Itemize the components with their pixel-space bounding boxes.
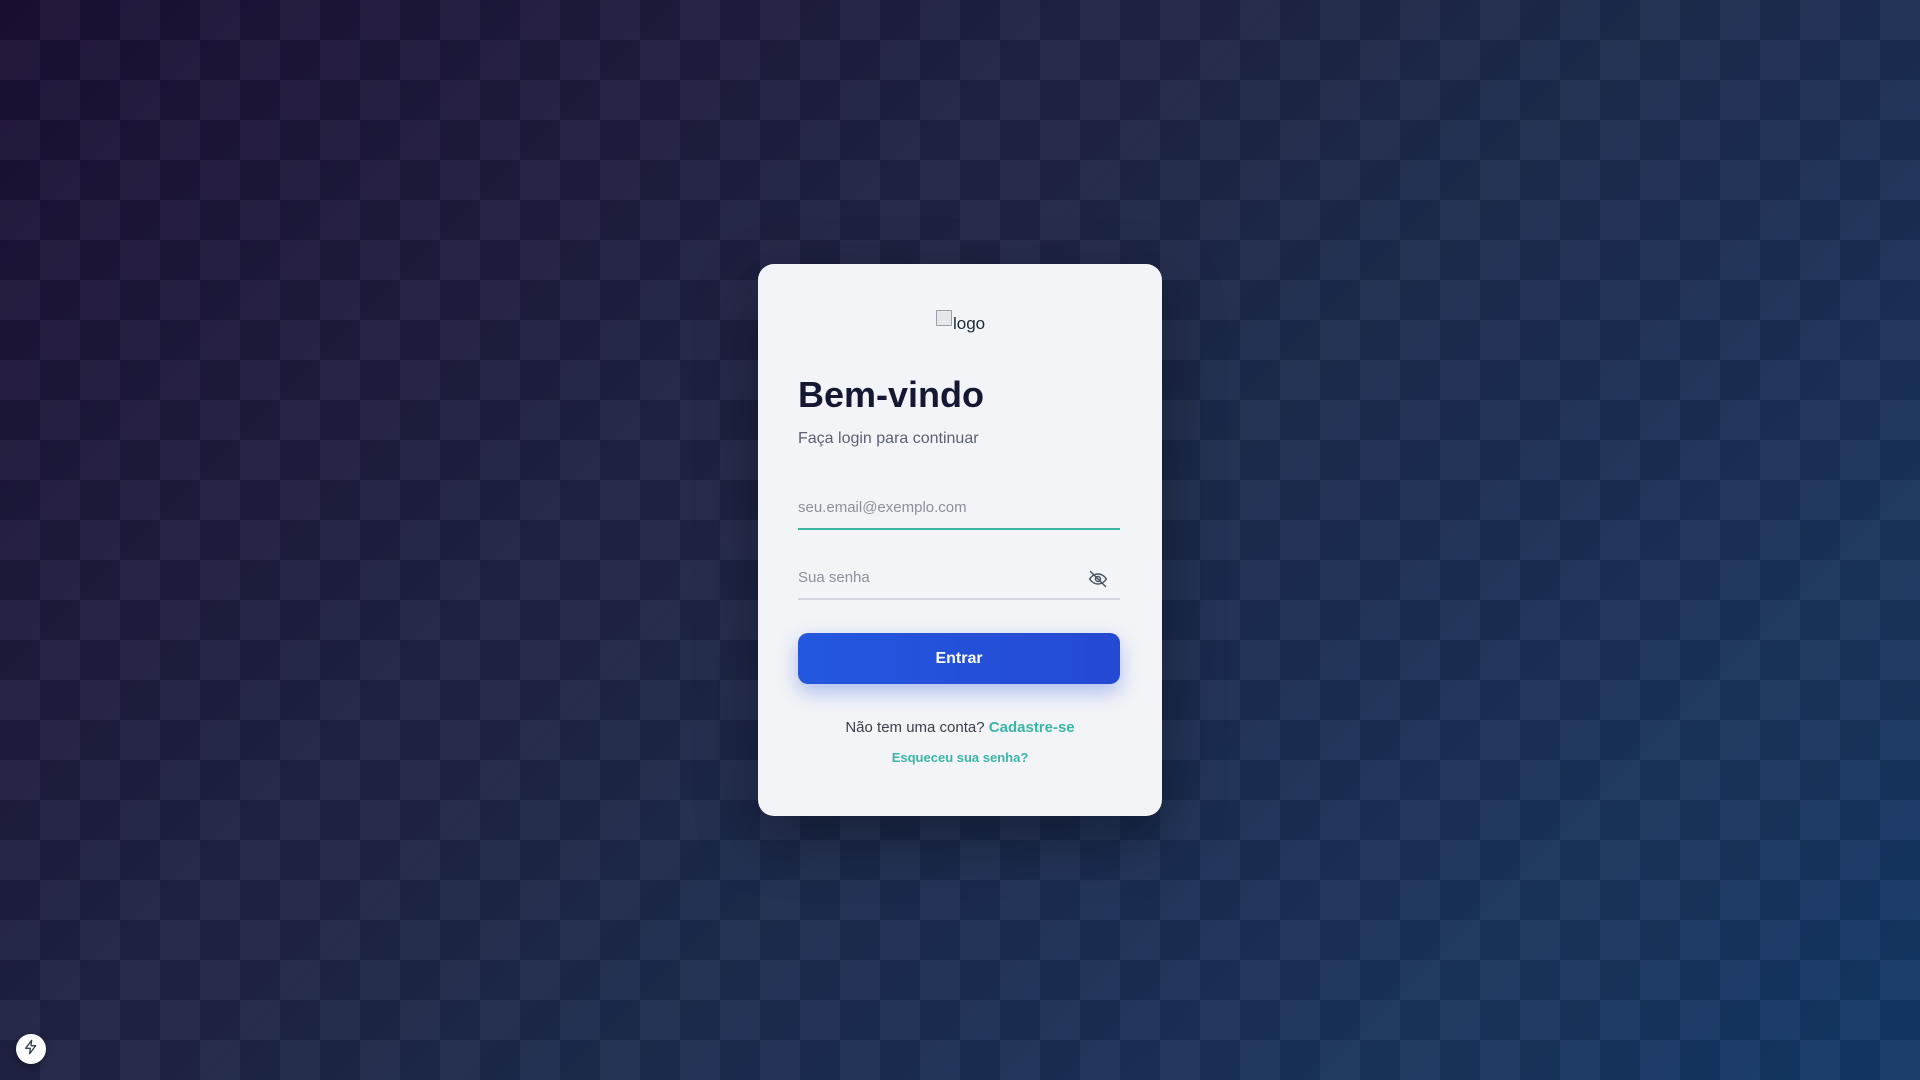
email-field[interactable]	[798, 486, 1120, 528]
signup-prompt: Não tem uma conta?	[845, 719, 989, 736]
eye-off-icon[interactable]	[1088, 569, 1108, 589]
broken-image-icon	[936, 310, 952, 326]
signup-line: Não tem uma conta? Cadastre-se	[758, 719, 1162, 736]
logo-alt-text: logo	[953, 314, 986, 333]
forgot-password-line: Esqueceu sua senha?	[758, 750, 1162, 765]
signup-link[interactable]: Cadastre-se	[989, 719, 1075, 736]
password-field-wrapper	[798, 556, 1120, 600]
logo: logo	[936, 310, 986, 334]
login-button[interactable]: Entrar	[798, 633, 1120, 684]
login-card: logo Bem-vindo Faça login para continuar…	[758, 264, 1162, 816]
corner-action-button[interactable]	[16, 1034, 46, 1064]
password-field[interactable]	[798, 556, 1120, 598]
page-title: Bem-vindo	[798, 374, 985, 415]
page-subtitle: Faça login para continuar	[798, 430, 979, 447]
email-field-wrapper	[798, 486, 1120, 530]
lightning-icon	[23, 1039, 39, 1060]
forgot-password-link[interactable]: Esqueceu sua senha?	[892, 750, 1029, 765]
